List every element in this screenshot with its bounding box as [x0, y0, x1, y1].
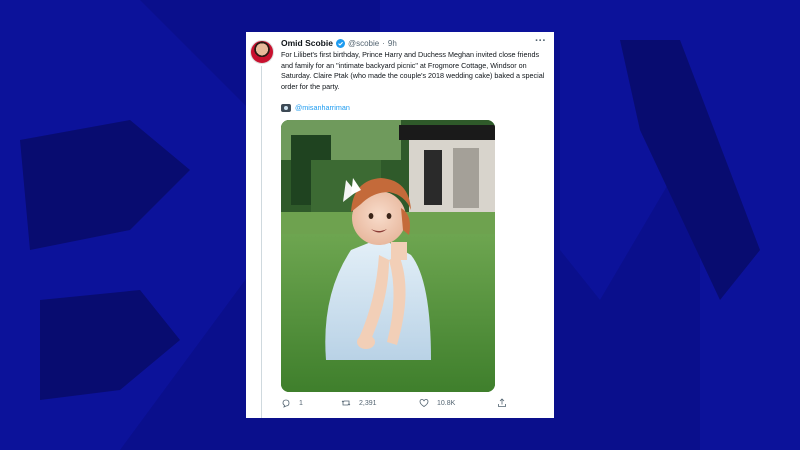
heart-icon — [419, 399, 429, 407]
tweet-time[interactable]: 9h — [388, 39, 397, 48]
share-action[interactable] — [497, 398, 507, 408]
retweet-action[interactable]: 2,391 — [341, 398, 377, 408]
avatar[interactable] — [250, 40, 274, 64]
tweet-header: Omid Scobie @scobie · 9h — [281, 38, 397, 48]
tweet-text: For Lilibet's first birthday, Prince Har… — [281, 50, 545, 91]
separator: · — [382, 38, 385, 48]
reply-action[interactable]: 1 — [281, 398, 303, 408]
retweet-count: 2,391 — [359, 399, 377, 407]
more-horizontal-icon[interactable]: ··· — [535, 35, 546, 47]
author-name[interactable]: Omid Scobie — [281, 38, 333, 48]
tweet-photo[interactable] — [281, 120, 495, 392]
retweet-icon — [341, 400, 351, 406]
share-icon — [498, 398, 506, 407]
verified-badge-icon — [335, 38, 345, 48]
photo-credit: @misanharriman — [281, 103, 350, 112]
like-count: 10.8K — [437, 399, 456, 407]
tweet-card[interactable]: Omid Scobie @scobie · 9h ··· For Lilibet… — [246, 32, 554, 418]
like-action[interactable]: 10.8K — [419, 398, 455, 408]
photo-credit-link[interactable]: @misanharriman — [295, 103, 350, 112]
camera-icon — [281, 103, 291, 112]
tweet-actions: 1 2,391 10.8K — [281, 398, 521, 412]
author-handle[interactable]: @scobie — [348, 39, 379, 48]
thread-line — [261, 66, 262, 418]
reply-icon — [282, 399, 290, 408]
reply-count: 1 — [299, 399, 303, 407]
